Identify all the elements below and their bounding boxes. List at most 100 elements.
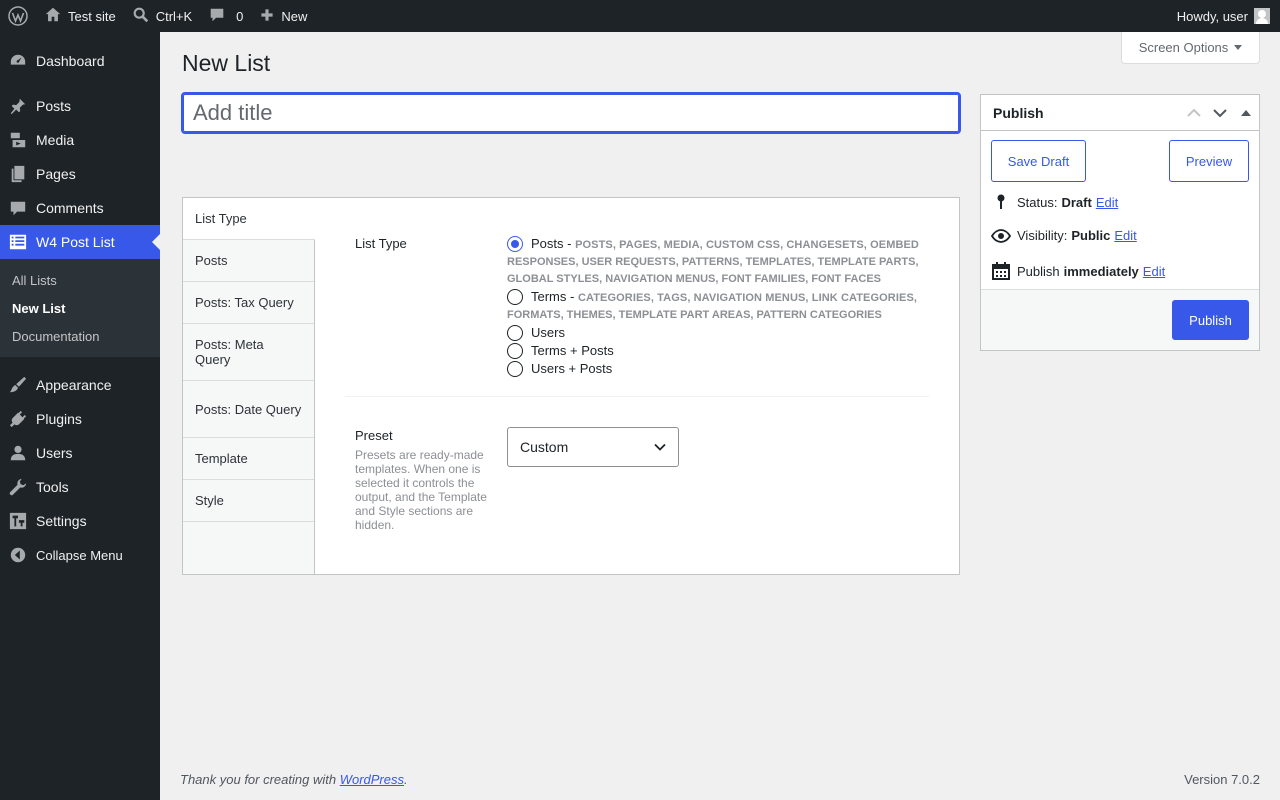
preset-select[interactable]: Custom [507,427,679,467]
radio-option-users-posts[interactable]: Users + Posts [507,361,919,377]
footer-version: Version 7.0.2 [1184,772,1260,787]
preset-description: Presets are ready-made templates. When o… [355,448,487,532]
submenu-all-lists[interactable]: All Lists [0,266,160,294]
toggle-panel-icon[interactable] [1233,100,1259,126]
search-icon [132,6,150,27]
collapse-icon [8,545,28,565]
radio-label: Terms [531,289,567,304]
publish-time-label: Publish [1017,263,1060,279]
radio-button[interactable] [507,325,523,341]
screen-options-button[interactable]: Screen Options [1121,32,1260,64]
preview-button[interactable]: Preview [1169,140,1249,182]
radio-button[interactable] [507,236,523,252]
menu-label: Comments [36,200,104,216]
wordpress-link[interactable]: WordPress [340,772,404,787]
radio-button[interactable] [507,361,523,377]
pages-icon [8,164,28,184]
eye-icon [991,228,1011,243]
tab-style[interactable]: Style [183,480,314,522]
post-title-input[interactable] [181,92,961,134]
menu-label: Tools [36,479,69,495]
radio-label: Users [531,325,565,340]
list-icon [8,232,28,252]
submenu-new-list[interactable]: New List [0,294,160,322]
list-settings-panel: List Type Posts Posts: Tax Query Posts: … [182,197,960,575]
search-shortcut[interactable]: Ctrl+K [124,0,200,32]
save-draft-button[interactable]: Save Draft [991,140,1086,182]
edit-visibility-link[interactable]: Edit [1114,228,1136,243]
comments-link[interactable]: 0 [200,0,251,32]
tab-posts-date-query[interactable]: Posts: Date Query [183,381,314,438]
footer-thanks-text: Thank you for creating with [180,772,340,787]
radio-label: Users + Posts [531,361,613,376]
menu-dashboard[interactable]: Dashboard [0,44,160,78]
tab-posts[interactable]: Posts [183,240,314,282]
preset-value: Custom [520,439,569,455]
publish-button[interactable]: Publish [1172,300,1249,340]
menu-comments[interactable]: Comments [0,191,160,225]
divider [345,396,929,397]
list-type-radio-group: Posts - POSTS, PAGES, MEDIA, CUSTOM CSS,… [507,236,919,379]
chevron-down-icon [654,443,666,451]
menu-users[interactable]: Users [0,436,160,470]
pin-icon [8,96,28,116]
menu-collapse[interactable]: Collapse Menu [0,538,160,572]
my-account[interactable]: Howdy, user [1177,8,1280,24]
settings-tabs: List Type Posts Posts: Tax Query Posts: … [183,198,315,574]
media-icon [8,130,28,150]
menu-label: Media [36,132,75,148]
menu-posts[interactable]: Posts [0,89,160,123]
radio-option-terms[interactable]: Terms - CATEGORIES, TAGS, NAVIGATION MEN… [507,289,919,306]
menu-label: Pages [36,166,76,182]
menu-tools[interactable]: Tools [0,470,160,504]
w4-post-list-submenu: All Lists New List Documentation [0,259,160,357]
wordpress-logo-icon[interactable] [0,0,36,32]
chevron-down-icon[interactable] [1207,100,1233,126]
edit-status-link[interactable]: Edit [1096,195,1118,210]
site-name-link[interactable]: Test site [36,0,124,32]
publish-box-title: Publish [993,104,1044,121]
admin-sidebar: Dashboard Posts Media Pages Comments W4 … [0,32,160,800]
tab-template[interactable]: Template [183,438,314,480]
menu-label: Plugins [36,411,82,427]
settings-icon [8,511,28,531]
radio-option-posts[interactable]: Posts - POSTS, PAGES, MEDIA, CUSTOM CSS,… [507,236,919,253]
tab-posts-tax-query[interactable]: Posts: Tax Query [183,282,314,324]
publish-actions: Publish [981,289,1259,350]
submenu-documentation[interactable]: Documentation [0,322,160,350]
menu-settings[interactable]: Settings [0,504,160,538]
chevron-up-icon[interactable] [1181,100,1207,126]
visibility-label: Visibility: [1017,228,1068,243]
pin-icon [991,194,1011,210]
radio-option-terms-posts[interactable]: Terms + Posts [507,343,919,359]
tab-list-type[interactable]: List Type [183,198,315,240]
radio-hint-continued: FORMATS, THEMES, TEMPLATE PART AREAS, PA… [507,309,882,321]
brush-icon [8,375,28,395]
radio-button[interactable] [507,289,523,305]
status-row: Status: Draft Edit [991,194,1118,210]
radio-button[interactable] [507,343,523,359]
greeting: Howdy, user [1176,8,1248,24]
radio-option-users[interactable]: Users [507,325,919,341]
menu-w4-post-list[interactable]: W4 Post List [0,225,160,259]
menu-pages[interactable]: Pages [0,157,160,191]
plug-icon [8,409,28,429]
menu-media[interactable]: Media [0,123,160,157]
site-name: Test site [68,8,116,24]
menu-label: Collapse Menu [36,547,123,563]
menu-label: Users [36,445,73,461]
home-icon [44,6,62,27]
page-title: New List [182,50,271,76]
edit-publish-time-link[interactable]: Edit [1143,264,1165,279]
new-content-link[interactable]: New [251,0,315,32]
menu-plugins[interactable]: Plugins [0,402,160,436]
radio-hint: POSTS, PAGES, MEDIA, CUSTOM CSS, CHANGES… [575,239,919,251]
menu-appearance[interactable]: Appearance [0,368,160,402]
comment-icon [208,6,226,27]
admin-bar: Test site Ctrl+K 0 New Howdy, user [0,0,1280,32]
tab-posts-meta-query[interactable]: Posts: Meta Query [183,324,314,381]
publish-box-header: Publish [981,95,1259,131]
status-label: Status: [1017,194,1058,210]
footer-thanks-suffix: . [404,772,408,787]
menu-label: Posts [36,98,72,114]
